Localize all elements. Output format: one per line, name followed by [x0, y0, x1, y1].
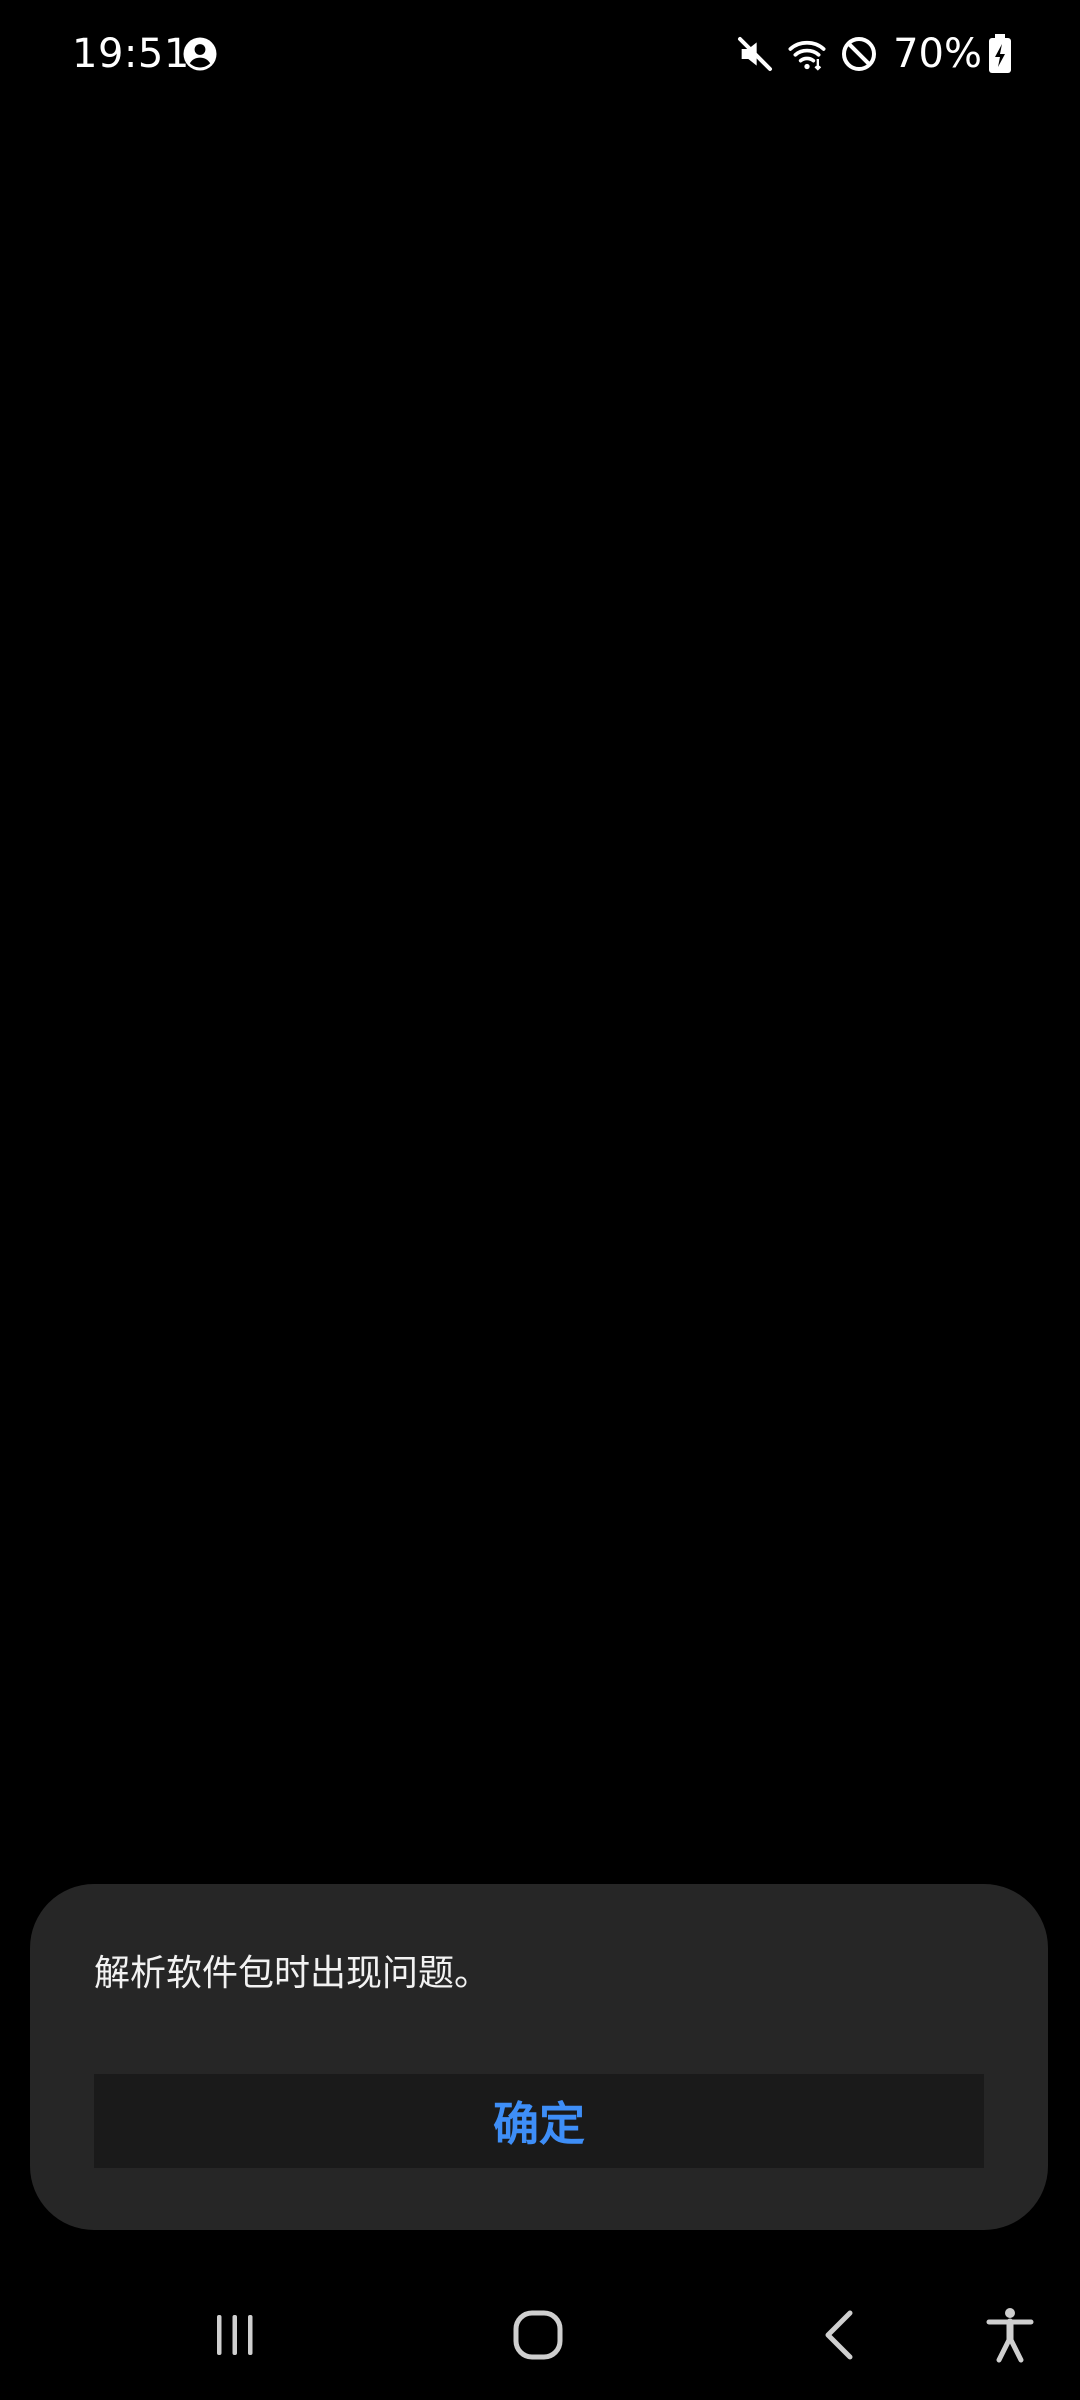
- error-dialog: 解析软件包时出现问题。 确定: [30, 1884, 1048, 2230]
- home-icon: [513, 2310, 563, 2360]
- home-button[interactable]: [463, 2270, 613, 2400]
- back-icon: [825, 2310, 853, 2360]
- wifi-icon: [788, 40, 826, 71]
- navigation-bar: [0, 2270, 1080, 2400]
- back-button[interactable]: [765, 2270, 915, 2400]
- mute-icon: [738, 37, 773, 71]
- battery-charging-icon: [989, 34, 1011, 73]
- recents-button[interactable]: [160, 2270, 310, 2400]
- battery-percent: 70%: [893, 31, 982, 77]
- accessibility-icon: [986, 2308, 1034, 2363]
- do-not-disturb-icon: [842, 37, 877, 71]
- status-time: 19:51: [72, 31, 190, 77]
- ok-button[interactable]: 确定: [94, 2074, 984, 2168]
- accessibility-button[interactable]: [935, 2270, 1080, 2400]
- status-bar: 19:51 70%: [0, 0, 1080, 110]
- status-icons: 70%: [723, 28, 1012, 80]
- account-circle-icon: [183, 37, 217, 71]
- recents-icon: [217, 2315, 253, 2355]
- dialog-message: 解析软件包时出现问题。: [94, 1953, 491, 1994]
